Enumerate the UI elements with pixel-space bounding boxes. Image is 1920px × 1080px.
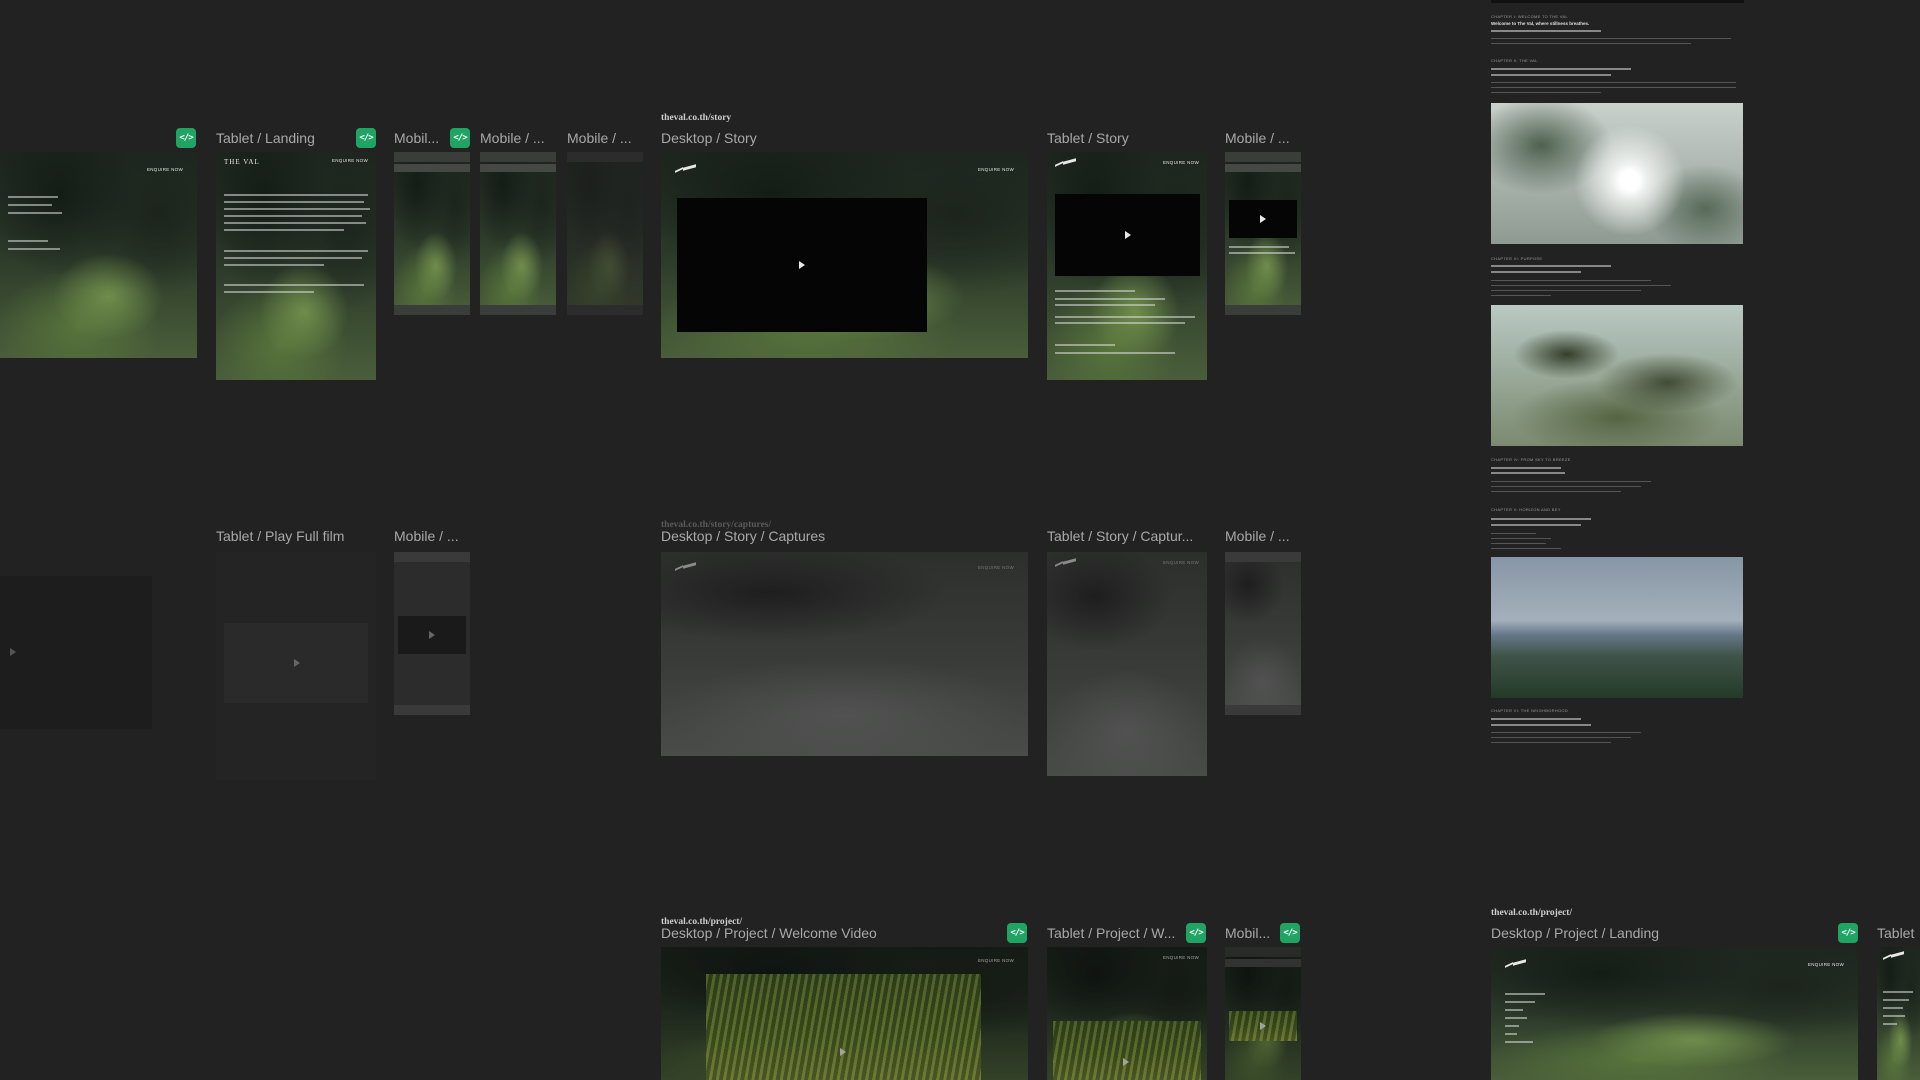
frame-mobile-1[interactable]	[394, 152, 470, 315]
play-icon[interactable]	[1123, 1058, 1129, 1066]
chapter-4-heading: CHAPTER IV: FROM SKY TO BREEZE	[1491, 457, 1571, 462]
frame-mobile-project[interactable]	[1225, 947, 1301, 1080]
video-player[interactable]	[224, 623, 368, 703]
chapter-2-heading: CHAPTER II: THE VAL	[1491, 58, 1538, 63]
frame-tablet-landing[interactable]: THE VAL ENQUIRE NOW	[216, 152, 376, 380]
frame-title-tablet-story-captures[interactable]: Tablet / Story / Captur...	[1047, 528, 1199, 544]
frame-tablet-play-full-film[interactable]	[216, 552, 376, 780]
play-icon[interactable]	[429, 631, 435, 639]
play-icon[interactable]	[799, 261, 805, 269]
logo[interactable]	[1883, 953, 1905, 960]
frame-tablet-project-welcome[interactable]: ENQUIRE NOW	[1047, 947, 1207, 1080]
frame-title-tablet-story[interactable]: Tablet / Story	[1047, 130, 1207, 146]
logo[interactable]	[1055, 560, 1077, 567]
enquire-link[interactable]: ENQUIRE NOW	[332, 158, 368, 163]
enquire-link[interactable]: ENQUIRE NOW	[1163, 955, 1199, 960]
frame-title-mobile-project[interactable]: Mobil...	[1225, 925, 1271, 941]
video-player[interactable]	[1229, 200, 1297, 238]
code-badge[interactable]: </>	[1007, 923, 1027, 943]
photo-mountain-horizon	[1491, 557, 1743, 698]
photo-grass-video[interactable]	[1053, 1021, 1201, 1080]
frame-title-tablet-project-welcome[interactable]: Tablet / Project / W...	[1047, 925, 1187, 941]
code-badge[interactable]: </>	[1186, 923, 1206, 943]
frame-title-mobile-2[interactable]: Mobile / ...	[480, 130, 558, 146]
play-icon[interactable]	[10, 648, 16, 656]
code-badge[interactable]: </>	[356, 128, 376, 148]
url-project-2: theval.co.th/project/	[1491, 908, 1573, 918]
chapter-1-lead: Welcome to The Val, where stillness brea…	[1491, 21, 1590, 26]
frame-title-desktop-project-landing[interactable]: Desktop / Project / Landing	[1491, 925, 1711, 941]
frame-landing-partial[interactable]: ENQUIRE NOW	[0, 152, 197, 358]
enquire-link[interactable]: ENQUIRE NOW	[1808, 962, 1844, 967]
frame-desktop-project-welcome[interactable]: ENQUIRE NOW	[661, 947, 1028, 1080]
logo[interactable]	[675, 166, 697, 173]
brand-name: THE VAL	[224, 158, 260, 166]
frame-title-tablet-play-full-film[interactable]: Tablet / Play Full film	[216, 528, 376, 544]
photo-tree-branches	[1491, 305, 1743, 446]
code-badge[interactable]: </>	[176, 128, 196, 148]
chapter-5-heading: CHAPTER V: HORIZON AND BEY	[1491, 507, 1561, 512]
play-icon[interactable]	[1260, 215, 1266, 223]
frame-mobile-story[interactable]	[1225, 152, 1301, 315]
enquire-link[interactable]: ENQUIRE NOW	[1163, 560, 1199, 565]
frame-mobile-play[interactable]	[394, 552, 470, 715]
frame-title-tablet-edge[interactable]: Tablet	[1877, 925, 1920, 941]
url-story: theval.co.th/story	[661, 113, 732, 123]
enquire-link[interactable]: ENQUIRE NOW	[978, 958, 1014, 963]
frame-mobile-3[interactable]	[567, 152, 643, 315]
enquire-link[interactable]: ENQUIRE NOW	[978, 167, 1014, 172]
code-badge[interactable]: </>	[450, 128, 470, 148]
video-player[interactable]	[677, 198, 927, 332]
video-player[interactable]	[398, 616, 466, 654]
frame-desktop-story-captures[interactable]: ENQUIRE NOW	[661, 552, 1028, 756]
frame-title-desktop-story-captures[interactable]: Desktop / Story / Captures	[661, 528, 881, 544]
play-icon[interactable]	[840, 1048, 846, 1056]
frame-title-desktop-story[interactable]: Desktop / Story	[661, 130, 861, 146]
chapter-1-heading: CHAPTER I: WELCOME TO THE VAL	[1491, 14, 1568, 19]
frame-story-document[interactable]: CHAPTER I: WELCOME TO THE VAL Welcome to…	[1491, 0, 1744, 760]
video-player[interactable]	[1055, 194, 1200, 276]
play-icon[interactable]	[1125, 231, 1131, 239]
frame-title-mobile-3[interactable]: Mobile / ...	[567, 130, 645, 146]
frame-desktop-project-landing[interactable]: ENQUIRE NOW	[1491, 947, 1858, 1080]
code-badge[interactable]: </>	[1838, 923, 1858, 943]
logo[interactable]	[1505, 961, 1527, 968]
frame-title-mobile-play[interactable]: Mobile / ...	[394, 528, 472, 544]
chapter-6-heading: CHAPTER VI: THE NEIGHBORHOOD	[1491, 708, 1569, 713]
photo-grass-video[interactable]	[1229, 1011, 1297, 1041]
enquire-link[interactable]: ENQUIRE NOW	[1163, 160, 1199, 165]
frame-title-tablet-landing[interactable]: Tablet / Landing	[216, 130, 356, 146]
frame-mobile-captures[interactable]	[1225, 552, 1301, 715]
frame-title-mobile-1[interactable]: Mobil...	[394, 130, 440, 146]
frame-tablet-story-captures[interactable]: ENQUIRE NOW	[1047, 552, 1207, 776]
frame-title-desktop-project-welcome[interactable]: Desktop / Project / Welcome Video	[661, 925, 901, 941]
photo-grass-video[interactable]	[706, 974, 981, 1080]
frame-title-mobile-captures[interactable]: Mobile / ...	[1225, 528, 1303, 544]
enquire-link[interactable]: ENQUIRE NOW	[978, 565, 1014, 570]
photo-sunlit-canopy	[1491, 103, 1743, 244]
enquire-link[interactable]: ENQUIRE NOW	[147, 167, 183, 172]
logo[interactable]	[1055, 160, 1077, 167]
frame-tablet-story[interactable]: ENQUIRE NOW	[1047, 152, 1207, 380]
frame-mobile-2[interactable]	[480, 152, 556, 315]
frame-title-mobile-story[interactable]: Mobile / ...	[1225, 130, 1303, 146]
code-badge[interactable]: </>	[1280, 923, 1300, 943]
frame-desktop-story[interactable]: ENQUIRE NOW	[661, 152, 1028, 358]
chapter-3-heading: CHAPTER III: PURPOSE	[1491, 256, 1543, 261]
frame-play-partial[interactable]	[0, 576, 152, 729]
play-icon[interactable]	[294, 659, 300, 667]
logo[interactable]	[675, 564, 697, 571]
play-icon[interactable]	[1260, 1022, 1266, 1030]
frame-tablet-edge[interactable]	[1877, 947, 1920, 1080]
